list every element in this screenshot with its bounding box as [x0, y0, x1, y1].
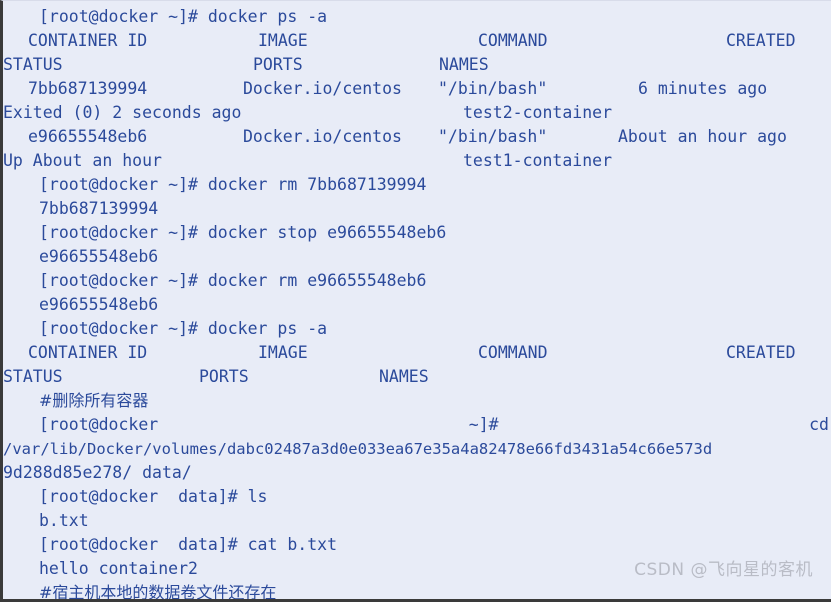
cell-names: test1-container: [463, 151, 613, 170]
terminal-line-table-header: CONTAINER ID IMAGE COMMAND CREATED: [3, 29, 831, 53]
cell-created: 6 minutes ago: [638, 79, 768, 98]
column-header-command: COMMAND: [478, 343, 548, 362]
column-header-created: CREATED: [726, 31, 796, 50]
terminal-line-prompt: [root@docker ~]# docker rm e96655548eb6: [39, 271, 427, 290]
terminal-line-prompt: [root@docker ~]# docker stop e96655548eb…: [39, 223, 447, 242]
column-header-image: IMAGE: [258, 31, 308, 50]
terminal-line-container-row-status: Up About an hour test1-container: [3, 149, 831, 173]
cell-command: "/bin/bash": [438, 79, 548, 98]
terminal-line-table-header-2: STATUS PORTS NAMES: [3, 365, 831, 389]
command-cd: cd: [809, 415, 829, 434]
terminal-line-output: 7bb687139994: [39, 199, 159, 218]
column-header-image: IMAGE: [258, 343, 308, 362]
terminal-line-path-wrap: 9d288d85e278/ data/: [3, 463, 192, 482]
prompt-symbol: ~]#: [468, 415, 499, 434]
column-header-status: STATUS: [3, 55, 63, 74]
terminal-line-comment: #删除所有容器: [39, 391, 149, 410]
cell-image: Docker.io/centos: [243, 79, 402, 98]
cell-command: "/bin/bash": [438, 127, 548, 146]
cell-status: Up About an hour: [3, 151, 162, 170]
terminal-line-output: e96655548eb6: [39, 295, 159, 314]
column-header-container-id: CONTAINER ID: [28, 31, 148, 50]
cell-container-id: 7bb687139994: [28, 79, 148, 98]
terminal-line-output: b.txt: [39, 511, 89, 530]
terminal-line-prompt: [root@docker data]# cat b.txt: [39, 535, 338, 554]
cell-names: test2-container: [463, 103, 613, 122]
cell-container-id: e96655548eb6: [28, 127, 148, 146]
cell-created: About an hour ago: [618, 127, 787, 146]
column-header-container-id: CONTAINER ID: [28, 343, 148, 362]
terminal-line-table-header: CONTAINER ID IMAGE COMMAND CREATED: [3, 341, 831, 365]
column-header-ports: PORTS: [199, 367, 249, 386]
terminal-line-prompt: [root@docker data]# ls: [39, 487, 268, 506]
terminal-line-prompt-wrapped: [root@docker ~]# cd: [3, 413, 831, 437]
terminal-line-table-header-2: STATUS PORTS NAMES: [3, 53, 831, 77]
terminal-screenshot: [root@docker ~]# docker ps -a CONTAINER …: [0, 0, 831, 602]
terminal-output-pane[interactable]: [root@docker ~]# docker ps -a CONTAINER …: [3, 1, 831, 602]
terminal-line-prompt: [root@docker ~]# docker rm 7bb687139994: [39, 175, 427, 194]
prompt-user-host: [root@docker: [39, 415, 159, 434]
terminal-line-container-row-status: Exited (0) 2 seconds ago test2-container: [3, 101, 831, 125]
terminal-line-output: e96655548eb6: [39, 247, 159, 266]
column-header-ports: PORTS: [253, 55, 303, 74]
terminal-line-container-row: 7bb687139994 Docker.io/centos "/bin/bash…: [3, 77, 831, 101]
terminal-line-output: hello container2: [39, 559, 198, 578]
column-header-status: STATUS: [3, 367, 63, 386]
terminal-line-prompt: [root@docker ~]# docker ps -a: [39, 319, 328, 338]
column-header-created: CREATED: [726, 343, 796, 362]
terminal-line-container-row: e96655548eb6 Docker.io/centos "/bin/bash…: [3, 125, 831, 149]
terminal-line-path-wrap: /var/lib/Docker/volumes/dabc02487a3d0e03…: [3, 440, 713, 458]
column-header-names: NAMES: [379, 367, 429, 386]
column-header-names: NAMES: [439, 55, 489, 74]
terminal-line-prompt: [root@docker ~]# docker ps -a: [39, 7, 328, 26]
cell-image: Docker.io/centos: [243, 127, 402, 146]
column-header-command: COMMAND: [478, 31, 548, 50]
cell-status: Exited (0) 2 seconds ago: [3, 103, 242, 122]
